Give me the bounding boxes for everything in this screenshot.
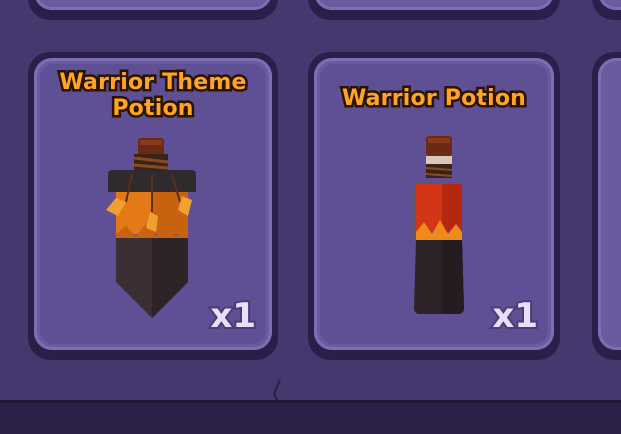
inventory-slot-top-left[interactable] (28, 0, 278, 20)
item-quantity: x1 (208, 296, 258, 336)
item-title-line-1: Warrior Theme (57, 68, 249, 98)
item-title: Warrior Potion (339, 84, 528, 114)
item-quantity: x1 (490, 296, 540, 336)
inventory-slot-right-partial[interactable] (592, 52, 621, 360)
warrior-potion-icon (407, 136, 464, 314)
slot-face (34, 0, 272, 10)
inventory-slot-warrior-potion[interactable]: Warrior Potion x1 (308, 52, 560, 360)
slot-face: Warrior Theme Potion x1 (34, 58, 272, 350)
slot-face (598, 58, 621, 350)
slot-face: Warrior Potion x1 (314, 58, 554, 350)
slot-face (598, 0, 621, 10)
inventory-bottom-bar (0, 400, 621, 434)
warrior-theme-potion-icon (106, 138, 196, 318)
item-title: Warrior Theme Potion (34, 68, 272, 124)
slot-face (314, 0, 554, 10)
inventory-slot-top-middle[interactable] (308, 0, 560, 20)
item-title-line-2: Potion (110, 94, 196, 124)
inventory-slot-warrior-theme-potion[interactable]: Warrior Theme Potion x1 (28, 52, 278, 360)
